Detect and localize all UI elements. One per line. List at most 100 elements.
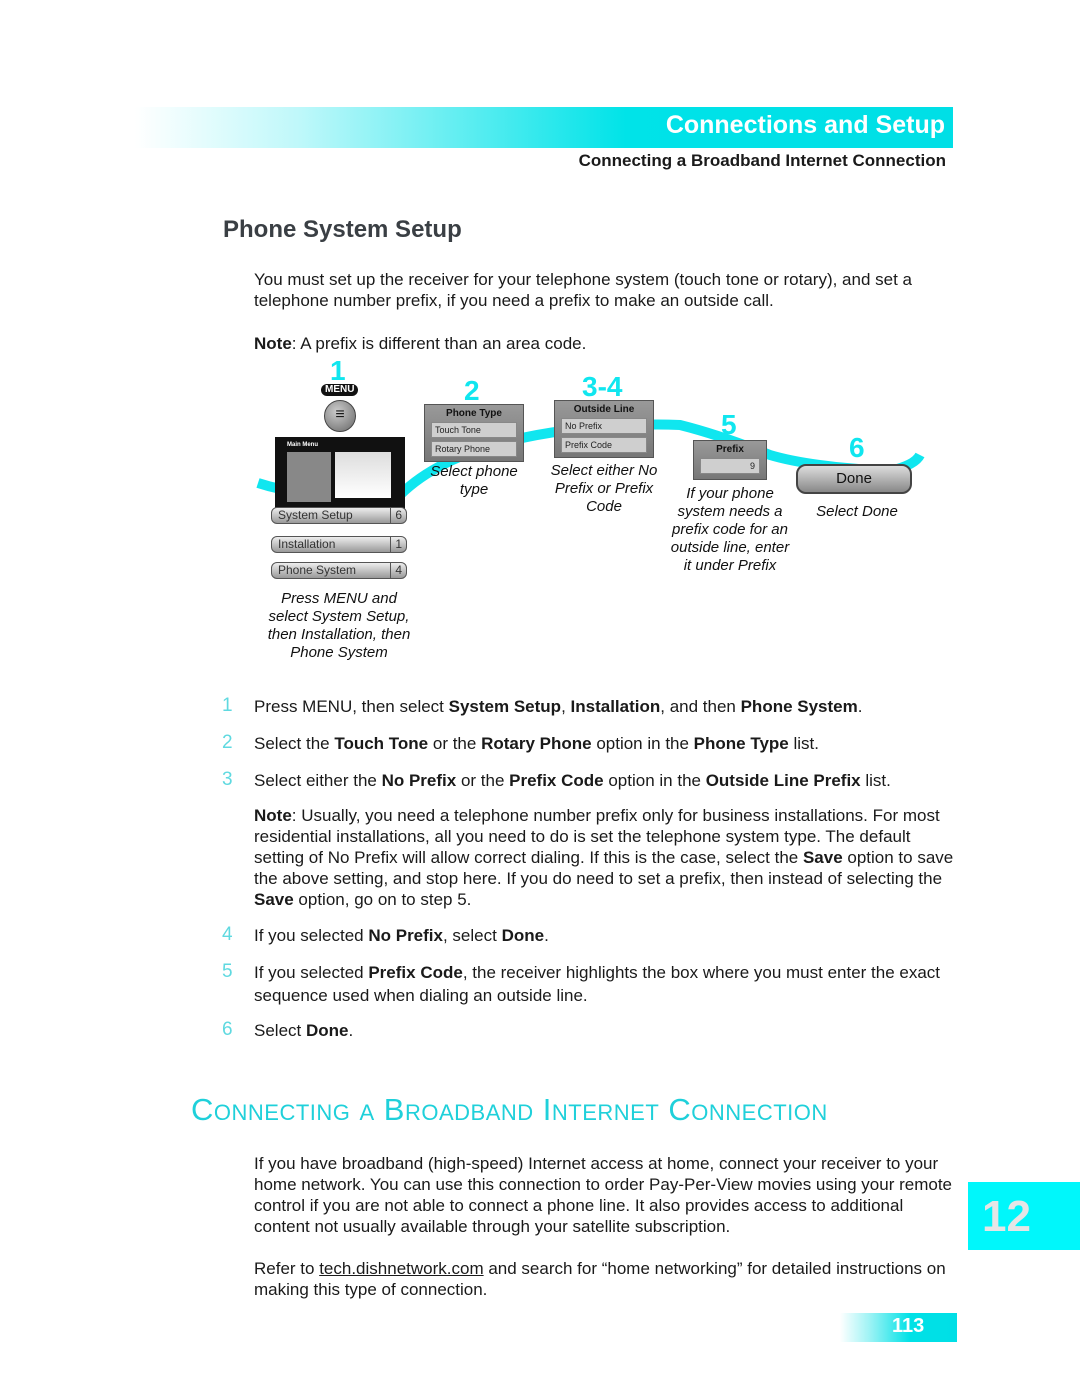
chapter-number: 12 [982,1192,1031,1241]
step-text: Select the Touch Tone or the Rotary Phon… [254,732,954,755]
text-segment: Select [254,1021,306,1040]
text-segment: : A prefix is different than an area cod… [291,334,587,353]
item-label: System Setup [278,508,353,522]
menu-item-system-setup: System Setup 6 [271,507,407,524]
refer-text: Refer to [254,1259,320,1278]
bold-term: Prefix Code [509,771,604,790]
step6-caption: Select Done [816,503,898,520]
step-number-6: 6 [849,432,865,463]
menu-label: MENU [321,384,359,396]
bold-term: Note [254,334,292,353]
step-text: If you selected No Prefix, select Done. [254,924,954,947]
step-number-2: 2 [464,375,480,406]
text-segment: , [561,697,571,716]
step-text: Select Done. [254,1019,954,1042]
item-label: Phone System [278,563,357,577]
text-segment: . [544,926,549,945]
step-number-1: 1 [330,355,346,386]
item-number: 4 [390,563,402,578]
text-segment: . [857,697,863,716]
section-title: Connections and Setup [665,111,945,139]
bold-term: Touch Tone [334,734,429,753]
broadband-paragraph: If you have broadband (high-speed) Inter… [254,1154,952,1236]
intro-paragraph: You must set up the receiver for your te… [254,270,912,310]
refer-paragraph: Refer to tech.dishnetwork.com and search… [254,1258,954,1300]
chapter-tab: 12 [968,1182,1080,1250]
option-prefix-code: Prefix Code [561,437,647,453]
option-no-prefix: No Prefix [561,418,647,434]
bold-term: Note [254,806,292,825]
text-segment: option, go on to step 5. [293,890,472,909]
text-segment: If you selected [254,963,369,982]
step-number: 4 [222,924,233,945]
bold-term: Done [501,926,545,945]
section-banner: Connections and Setup [135,107,953,148]
box-title: Outside Line [573,404,635,415]
step-text: If you selected Prefix Code, the receive… [254,961,954,1007]
step-number: 2 [222,732,233,753]
bold-term: Done [305,1021,349,1040]
option-touch-tone: Touch Tone [431,422,517,438]
text-segment: , select [442,926,502,945]
bold-term: Prefix Code [368,963,463,982]
text-segment: If you selected [254,926,369,945]
text-segment: or the [428,734,482,753]
done-button: Done [796,464,912,494]
bold-term: Phone System [740,697,858,716]
step-number: 5 [222,961,233,982]
box-title: Prefix [716,444,744,455]
item-number: 6 [390,508,402,523]
step-text: Press MENU, then select System Setup, In… [254,695,954,718]
box-title: Phone Type [446,408,502,419]
bold-term: System Setup [448,697,562,716]
step-number-3-4: 3-4 [582,371,623,402]
note-usually: Note: Usually, you need a telephone numb… [254,805,954,910]
note-prefix: Note: A prefix is different than an area… [254,333,954,354]
manual-page: Connections and Setup Connecting a Broad… [0,0,1080,1397]
text-segment: list. [788,734,819,753]
phone-type-box: Phone Type Touch Tone Rotary Phone [424,404,524,462]
bold-term: Outside Line Prefix [705,771,861,790]
prefix-box: Prefix 9 [693,440,767,480]
screen-menu-list [287,452,331,502]
phone-setup-diagram: 1 MENU ≡ Main Menu System Setup 6 Install… [250,355,940,675]
prefix-value: 9 [700,458,760,474]
text-segment: , and then [660,697,741,716]
text-segment: Select the [254,734,335,753]
bold-term: No Prefix [381,771,457,790]
bold-term: No Prefix [368,926,443,945]
bold-term: Installation [570,697,661,716]
step-number-5: 5 [721,409,737,440]
menu-item-phone-system: Phone System 4 [271,562,407,579]
step-text: Select either the No Prefix or the Prefi… [254,769,954,792]
step1-caption: Press MENU and select System Setup, then… [267,590,411,661]
subsection-title: Connecting a Broadband Internet Connecti… [578,151,946,170]
bold-term: Phone Type [693,734,789,753]
text-segment: option in the [603,771,706,790]
bold-term: Save [254,890,294,909]
option-rotary-phone: Rotary Phone [431,441,517,457]
bold-term: Save [802,848,843,867]
text-segment: . [348,1021,354,1040]
text-segment: Press MENU, then select [254,697,449,716]
item-number: 1 [390,537,402,552]
step34-caption: Select either No Prefix or Prefix Code [550,462,658,515]
step-number: 6 [222,1019,233,1040]
text-segment: Select either the [254,771,382,790]
menu-item-installation: Installation 1 [271,536,407,553]
text-segment: option in the [591,734,694,753]
screen-preview [335,452,391,498]
text-segment: or the [456,771,510,790]
heading-text: Connecting a Broadband Internet Connecti… [191,1092,828,1127]
item-label: Installation [278,537,336,551]
outside-line-box: Outside Line No Prefix Prefix Code [554,400,654,458]
screen-title: Main Menu [287,442,318,448]
step-number: 3 [222,769,233,790]
dish-tech-link[interactable]: tech.dishnetwork.com [319,1259,483,1278]
page-number: 113 [892,1315,925,1337]
menu-button-icon: ≡ [324,400,356,432]
step2-caption: Select phone type [430,463,518,498]
step5-caption: If your phone system needs a prefix code… [670,485,790,574]
text-segment: list. [860,771,891,790]
page-title: Phone System Setup [223,216,462,243]
